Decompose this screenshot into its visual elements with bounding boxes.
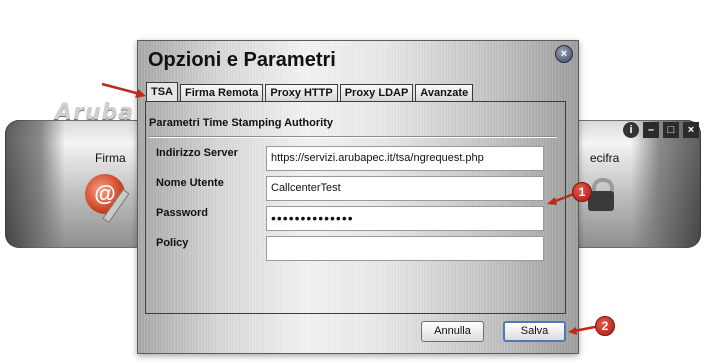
arrow-to-tsa-tab: [101, 82, 146, 98]
tab-avanzate[interactable]: Avanzate: [415, 84, 474, 101]
info-icon[interactable]: i: [623, 122, 639, 138]
tab-bar: TSA Firma Remota Proxy HTTP Proxy LDAP A…: [146, 82, 475, 101]
firma-label: Firma: [95, 151, 126, 165]
password-label: Password: [156, 207, 208, 219]
tab-proxy-http[interactable]: Proxy HTTP: [265, 84, 338, 101]
annotation-badge-1: 1: [572, 182, 592, 202]
maximize-icon[interactable]: □: [663, 122, 679, 138]
policy-field[interactable]: [266, 236, 544, 261]
policy-label: Policy: [156, 237, 189, 249]
cancel-button[interactable]: Annulla: [421, 321, 484, 342]
section-divider: [149, 136, 557, 137]
dialog-title: Opzioni e Parametri: [148, 49, 336, 71]
cifra-label: ecifra: [590, 151, 620, 165]
tab-proxy-ldap[interactable]: Proxy LDAP: [339, 84, 414, 101]
server-field[interactable]: https://servizi.arubapec.it/tsa/ngreques…: [266, 146, 544, 171]
username-label: Nome Utente: [156, 177, 224, 189]
section-title: Parametri Time Stamping Authority: [149, 117, 333, 129]
username-field[interactable]: CallcenterTest: [266, 176, 544, 201]
options-dialog: Opzioni e Parametri × TSA Firma Remota P…: [137, 40, 579, 354]
annotation-badge-2: 2: [595, 316, 615, 336]
minimize-icon[interactable]: –: [643, 122, 659, 138]
password-field[interactable]: ••••••••••••••: [266, 206, 544, 231]
close-icon[interactable]: ×: [683, 122, 699, 138]
dialog-close-icon[interactable]: ×: [555, 45, 573, 63]
tab-tsa[interactable]: TSA: [146, 82, 178, 101]
window-right-shade: [631, 120, 701, 248]
tab-firma-remota[interactable]: Firma Remota: [180, 84, 264, 101]
window-controls: i – □ ×: [623, 122, 699, 138]
window-left-shade: [5, 120, 65, 248]
save-button[interactable]: Salva: [503, 321, 566, 342]
server-label: Indirizzo Server: [156, 147, 238, 159]
